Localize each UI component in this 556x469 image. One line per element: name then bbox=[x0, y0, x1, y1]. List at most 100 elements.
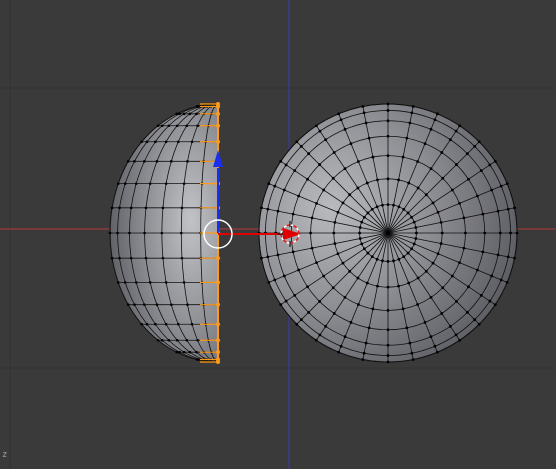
mesh-vertex[interactable] bbox=[310, 216, 314, 220]
mesh-vertex[interactable] bbox=[515, 231, 519, 235]
mesh-vertex[interactable] bbox=[133, 303, 136, 306]
mesh-vertex[interactable] bbox=[414, 226, 418, 229]
selected-vertex[interactable] bbox=[216, 123, 220, 128]
mesh-vertex[interactable] bbox=[386, 309, 390, 312]
mesh-vertex[interactable] bbox=[360, 242, 364, 246]
mesh-vertex[interactable] bbox=[195, 350, 198, 354]
selected-vertex[interactable] bbox=[216, 111, 220, 116]
mesh-vertex[interactable] bbox=[156, 338, 160, 342]
mesh-vertex[interactable] bbox=[405, 326, 409, 330]
mesh-vertex[interactable] bbox=[458, 201, 461, 205]
mesh-vertex[interactable] bbox=[365, 281, 369, 285]
mesh-vertex[interactable] bbox=[473, 318, 477, 322]
mesh-vertex[interactable] bbox=[318, 333, 322, 337]
mesh-vertex[interactable] bbox=[324, 324, 328, 328]
mesh-vertex[interactable] bbox=[129, 206, 133, 210]
mesh-vertex[interactable] bbox=[126, 160, 130, 163]
mesh-vertex[interactable] bbox=[134, 182, 138, 185]
mesh-vertex[interactable] bbox=[331, 176, 335, 180]
mesh-vertex[interactable] bbox=[483, 231, 487, 235]
mesh-vertex[interactable] bbox=[429, 295, 433, 299]
mesh-vertex[interactable] bbox=[118, 256, 121, 260]
mesh-vertex[interactable] bbox=[358, 231, 362, 235]
mesh-vertex[interactable] bbox=[260, 206, 263, 210]
mesh-vertex[interactable] bbox=[462, 216, 466, 220]
mesh-vertex[interactable] bbox=[145, 140, 149, 144]
mesh-vertex[interactable] bbox=[295, 322, 299, 326]
mesh-vertex[interactable] bbox=[411, 105, 415, 108]
mesh-vertex[interactable] bbox=[416, 276, 420, 280]
mesh-vertex[interactable] bbox=[348, 193, 352, 197]
mesh-vertex[interactable] bbox=[493, 159, 497, 163]
mesh-vertex[interactable] bbox=[358, 237, 362, 240]
mesh-vertex[interactable] bbox=[182, 112, 186, 116]
mesh-vertex[interactable] bbox=[423, 320, 427, 324]
mesh-vertex[interactable] bbox=[144, 206, 148, 210]
mesh-vertex[interactable] bbox=[160, 124, 164, 128]
mesh-vertex[interactable] bbox=[397, 205, 401, 209]
mesh-vertex[interactable] bbox=[454, 129, 458, 133]
mesh-vertex[interactable] bbox=[493, 303, 497, 307]
mesh-vertex[interactable] bbox=[467, 285, 470, 289]
mesh-vertex[interactable] bbox=[123, 281, 127, 284]
mesh-vertex[interactable] bbox=[464, 231, 467, 235]
mesh-vertex[interactable] bbox=[128, 231, 131, 235]
mesh-vertex[interactable] bbox=[450, 188, 454, 192]
mesh-vertex[interactable] bbox=[332, 312, 336, 315]
mesh-vertex[interactable] bbox=[196, 338, 199, 342]
mesh-vertex[interactable] bbox=[436, 210, 440, 214]
mesh-vertex[interactable] bbox=[435, 350, 439, 354]
mesh-vertex[interactable] bbox=[440, 312, 444, 315]
mesh-vertex[interactable] bbox=[154, 322, 157, 326]
mesh-vertex[interactable] bbox=[155, 303, 159, 306]
mesh-vertex[interactable] bbox=[133, 160, 136, 163]
mesh-vertex[interactable] bbox=[366, 251, 370, 255]
mesh-vertex[interactable] bbox=[506, 255, 510, 259]
mesh-vertex[interactable] bbox=[479, 169, 483, 173]
mesh-vertex[interactable] bbox=[435, 112, 439, 116]
mesh-vertex[interactable] bbox=[178, 350, 181, 354]
mesh-vertex[interactable] bbox=[362, 111, 366, 115]
mesh-vertex[interactable] bbox=[331, 286, 335, 290]
mesh-vertex[interactable] bbox=[266, 207, 270, 211]
mesh-vertex[interactable] bbox=[337, 350, 341, 354]
mesh-vertex[interactable] bbox=[307, 152, 311, 156]
mesh-vertex[interactable] bbox=[332, 231, 336, 235]
mesh-vertex[interactable] bbox=[123, 182, 127, 185]
mesh-vertex[interactable] bbox=[475, 194, 479, 198]
mesh-vertex[interactable] bbox=[362, 351, 366, 355]
mesh-vertex[interactable] bbox=[386, 360, 390, 364]
mesh-vertex[interactable] bbox=[370, 208, 374, 211]
mesh-vertex[interactable] bbox=[164, 182, 168, 185]
mesh-vertex[interactable] bbox=[416, 186, 420, 190]
mesh-vertex[interactable] bbox=[336, 210, 340, 214]
mesh-vertex[interactable] bbox=[178, 112, 181, 116]
mesh-vertex[interactable] bbox=[333, 242, 337, 245]
mesh-vertex[interactable] bbox=[297, 268, 301, 272]
mesh-vertex[interactable] bbox=[381, 259, 384, 263]
mesh-vertex[interactable] bbox=[376, 284, 379, 288]
mesh-vertex[interactable] bbox=[433, 344, 437, 348]
mesh-vertex[interactable] bbox=[140, 322, 143, 326]
mesh-vertex[interactable] bbox=[318, 129, 322, 133]
mesh-vertex[interactable] bbox=[366, 211, 370, 215]
mesh-vertex[interactable] bbox=[412, 220, 416, 224]
mesh-vertex[interactable] bbox=[190, 140, 194, 144]
mesh-vertex[interactable] bbox=[291, 212, 295, 216]
mesh-vertex[interactable] bbox=[410, 247, 413, 251]
mesh-vertex[interactable] bbox=[110, 256, 114, 260]
mesh-vertex[interactable] bbox=[371, 307, 375, 311]
mesh-vertex[interactable] bbox=[458, 338, 462, 342]
mesh-vertex[interactable] bbox=[479, 293, 483, 297]
mesh-vertex[interactable] bbox=[188, 112, 192, 116]
mesh-vertex[interactable] bbox=[386, 285, 390, 289]
mesh-vertex[interactable] bbox=[309, 231, 312, 235]
mesh-vertex[interactable] bbox=[429, 335, 433, 339]
mesh-vertex[interactable] bbox=[467, 177, 470, 181]
mesh-vertex[interactable] bbox=[155, 160, 159, 163]
mesh-vertex[interactable] bbox=[412, 242, 416, 246]
mesh-vertex[interactable] bbox=[465, 152, 469, 156]
mesh-vertex[interactable] bbox=[260, 256, 263, 260]
mesh-vertex[interactable] bbox=[408, 341, 412, 345]
mesh-vertex[interactable] bbox=[186, 303, 189, 306]
